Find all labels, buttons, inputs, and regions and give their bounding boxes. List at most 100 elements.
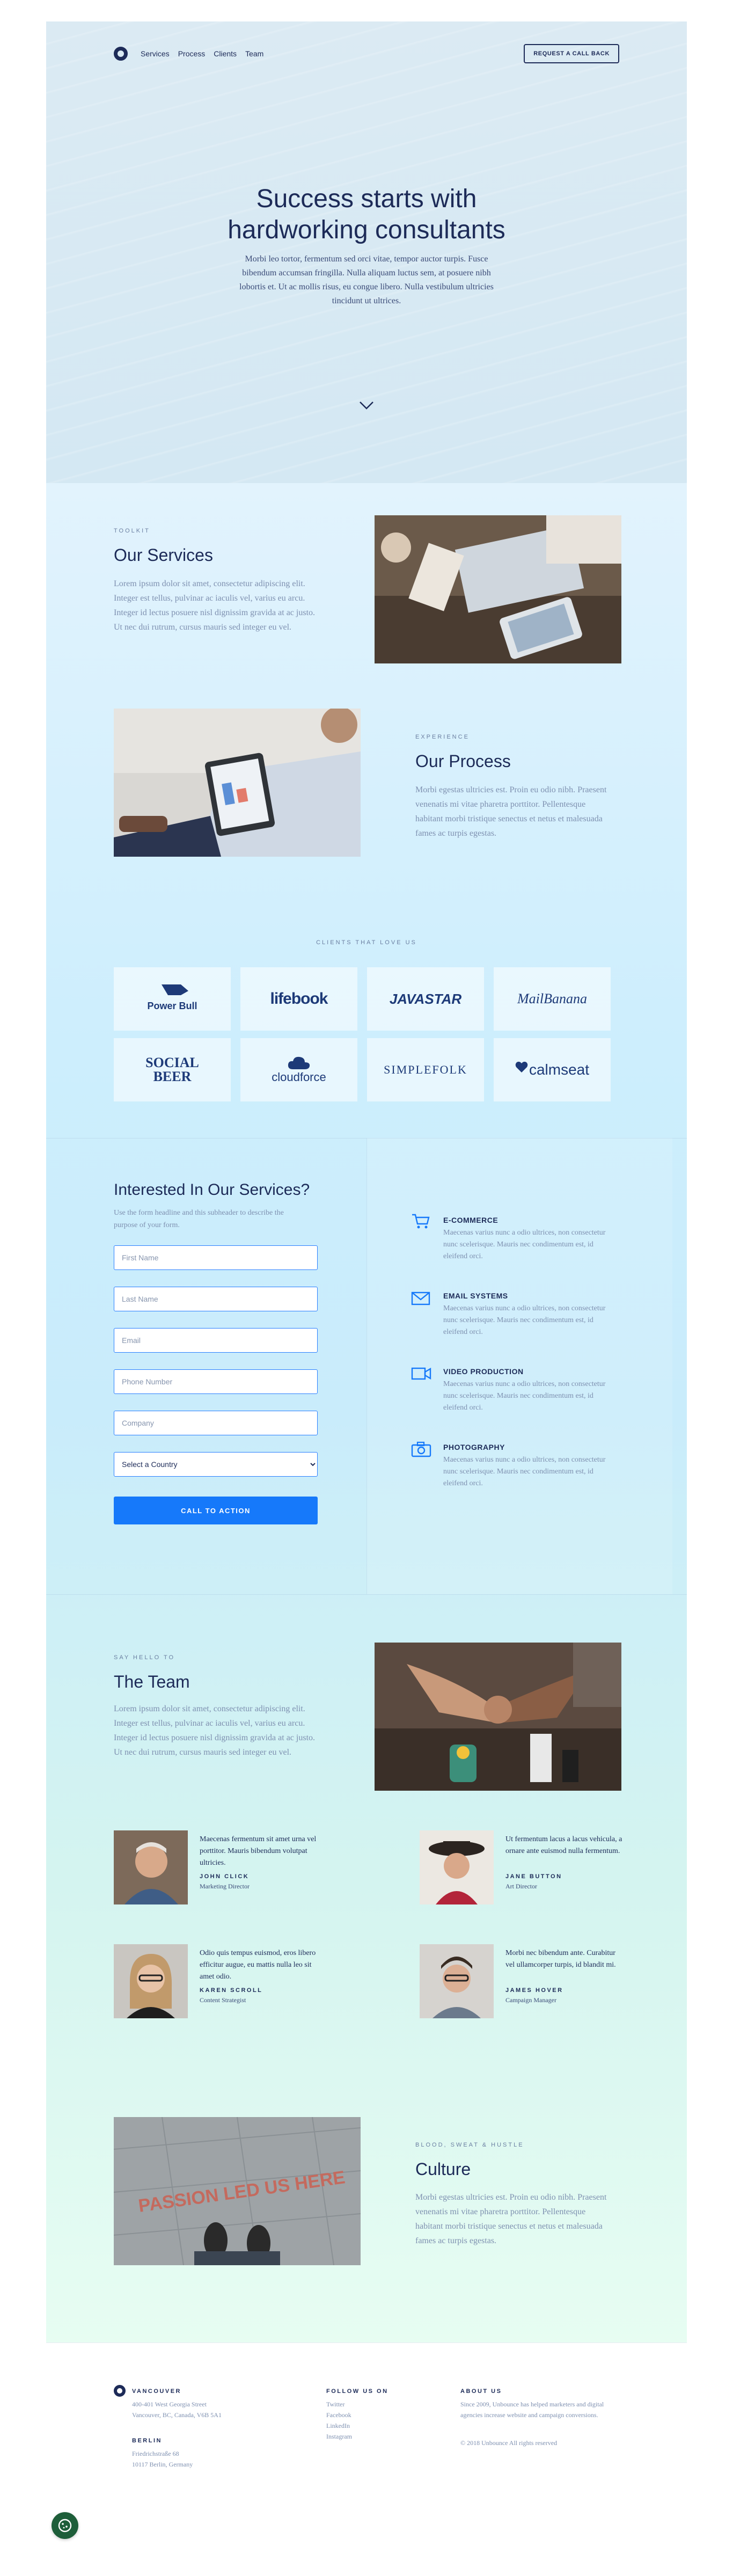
contact-subtitle: Use the form headline and this subheader… (114, 1209, 284, 1229)
client-logo-text: cloudforce (272, 1070, 326, 1084)
shopping-cart-icon (412, 1214, 430, 1229)
member-name: JANE BUTTON (505, 1873, 562, 1880)
client-logo-social-beer: SOCIAL BEER (114, 1038, 231, 1101)
member-name: JOHN CLICK (200, 1873, 250, 1880)
video-camera-icon (411, 1367, 431, 1380)
country-select[interactable]: Select a Country (114, 1452, 318, 1477)
client-logo-text: SOCIAL BEER (145, 1055, 199, 1084)
address-line: 400-401 West Georgia Street (132, 2400, 207, 2408)
email-input[interactable] (114, 1328, 318, 1353)
member-name: JAMES HOVER (505, 1987, 563, 1994)
client-logo-calmseat: calmseat (494, 1038, 611, 1101)
hero-title: Success starts with hardworking consulta… (228, 185, 505, 244)
avatar-jane-button (420, 1830, 494, 1904)
footer-berlin-title: BERLIN (132, 2438, 162, 2444)
team-eyebrow: SAY HELLO TO (114, 1654, 175, 1661)
service-text-ecommerce: Maecenas varius nunc a odio ultrices, no… (443, 1229, 606, 1260)
camera-icon (411, 1441, 431, 1457)
services-photo (375, 515, 621, 663)
client-logo-power-bull: Power Bull (114, 967, 231, 1031)
social-link-twitter[interactable]: Twitter (326, 2399, 352, 2410)
top-nav: Services Process Clients Team REQUEST A … (114, 43, 619, 64)
footer-logo-icon[interactable] (114, 2385, 126, 2397)
section-divider (46, 1594, 687, 1595)
address-line: 10117 Berlin, Germany (132, 2461, 193, 2468)
avatar-john-click (114, 1830, 188, 1904)
process-eyebrow: EXPERIENCE (415, 734, 470, 740)
service-title-email-systems: EMAIL SYSTEMS (443, 1291, 508, 1300)
service-text-video-production: Maecenas varius nunc a odio ultrices, no… (443, 1380, 606, 1412)
content-sections: TOOLKIT Our Services Lorem ipsum dolor s… (46, 483, 687, 2343)
nav-link-process[interactable]: Process (178, 49, 206, 58)
cloud-icon (288, 1056, 310, 1069)
envelope-icon (411, 1291, 430, 1305)
footer-about-title: ABOUT US (460, 2388, 502, 2395)
clients-eyebrow: CLIENTS THAT LOVE US (316, 939, 417, 946)
footer-vancouver-title: VANCOUVER (132, 2388, 181, 2395)
footer-berlin-address: Friedrichstraße 68 10117 Berlin, Germany (132, 2448, 193, 2470)
hero-text: Morbi leo tortor, fermentum sed orci vit… (239, 254, 494, 305)
service-title-photography: PHOTOGRAPHY (443, 1443, 505, 1451)
client-logo-text: lifebook (270, 990, 328, 1008)
nav-link-team[interactable]: Team (245, 49, 263, 58)
services-text: Lorem ipsum dolor sit amet, consectetur … (114, 579, 316, 632)
member-quote: Odio quis tempus euismod, eros libero ef… (200, 1949, 316, 1981)
team-title: The Team (114, 1672, 190, 1691)
page: Services Process Clients Team REQUEST A … (0, 0, 733, 2576)
avatar-karen-scroll (114, 1944, 188, 2018)
social-link-facebook[interactable]: Facebook (326, 2410, 352, 2420)
service-title-video-production: VIDEO PRODUCTION (443, 1367, 524, 1376)
heart-icon (515, 1061, 528, 1072)
logo-icon[interactable] (114, 47, 128, 61)
hero-section: Services Process Clients Team REQUEST A … (46, 21, 687, 483)
member-quote: Maecenas fermentum sit amet urna vel por… (200, 1835, 317, 1867)
last-name-input[interactable] (114, 1287, 318, 1311)
process-photo (114, 709, 361, 857)
member-quote: Ut fermentum lacus a lacus vehicula, a o… (505, 1835, 622, 1855)
culture-photo: PASSION LED US HERE (114, 2117, 361, 2265)
call-to-action-button[interactable]: CALL TO ACTION (114, 1497, 318, 1524)
client-logo-text: JAVASTAR (389, 990, 462, 1007)
first-name-input[interactable] (114, 1245, 318, 1270)
client-logo-simplefolk: SIMPLEFOLK (367, 1038, 484, 1101)
member-role: Content Strategist (200, 1996, 246, 2004)
footer-copyright: © 2018 Unbounce All rights reserved (460, 2439, 558, 2447)
footer: VANCOUVER 400-401 West Georgia Street Va… (46, 2343, 687, 2566)
team-photo (375, 1643, 621, 1791)
process-title: Our Process (415, 751, 511, 771)
client-logo-text: MailBanana (517, 991, 587, 1006)
culture-eyebrow: BLOOD, SWEAT & HUSTLE (415, 2142, 524, 2148)
footer-follow-title: FOLLOW US ON (326, 2388, 389, 2395)
service-text-photography: Maecenas varius nunc a odio ultrices, no… (443, 1456, 606, 1487)
culture-text: Morbi egestas ultricies est. Proin eu od… (415, 2193, 607, 2245)
footer-vancouver-address: 400-401 West Georgia Street Vancouver, B… (132, 2399, 222, 2420)
footer-about-text: Since 2009, Unbounce has helped marketer… (460, 2400, 604, 2419)
social-link-instagram[interactable]: Instagram (326, 2431, 352, 2442)
nav-link-services[interactable]: Services (141, 49, 170, 58)
nav-link-clients[interactable]: Clients (214, 49, 237, 58)
client-logo-mailbanana: MailBanana (494, 967, 611, 1031)
member-name: KAREN SCROLL (200, 1987, 263, 1994)
member-role: Art Director (505, 1882, 537, 1890)
contact-title: Interested In Our Services? (114, 1181, 310, 1199)
team-text: Lorem ipsum dolor sit amet, consectetur … (114, 1704, 316, 1757)
chevron-down-icon[interactable] (358, 397, 375, 413)
client-logo-lifebook: lifebook (240, 967, 357, 1031)
services-title: Our Services (114, 545, 213, 565)
company-input[interactable] (114, 1411, 318, 1435)
client-logo-text: SIMPLEFOLK (384, 1063, 467, 1076)
client-logo-text: calmseat (529, 1061, 590, 1078)
service-title-ecommerce: E-COMMERCE (443, 1216, 499, 1224)
cookie-settings-button[interactable] (52, 2512, 78, 2539)
client-logo-cloudforce: cloudforce (240, 1038, 357, 1101)
address-line: Friedrichstraße 68 (132, 2450, 179, 2457)
services-eyebrow: TOOLKIT (114, 528, 150, 534)
footer-social-links: Twitter Facebook LinkedIn Instagram (326, 2399, 352, 2442)
phone-input[interactable] (114, 1369, 318, 1394)
cookie-icon (58, 2519, 72, 2533)
social-link-linkedin[interactable]: LinkedIn (326, 2420, 352, 2431)
member-quote: Morbi nec bibendum ante. Curabitur vel u… (505, 1949, 616, 1969)
request-call-back-button[interactable]: REQUEST A CALL BACK (524, 44, 619, 63)
address-line: Vancouver, BC, Canada, V6B 5A1 (132, 2411, 222, 2419)
landing-page: Services Process Clients Team REQUEST A … (46, 21, 687, 2566)
